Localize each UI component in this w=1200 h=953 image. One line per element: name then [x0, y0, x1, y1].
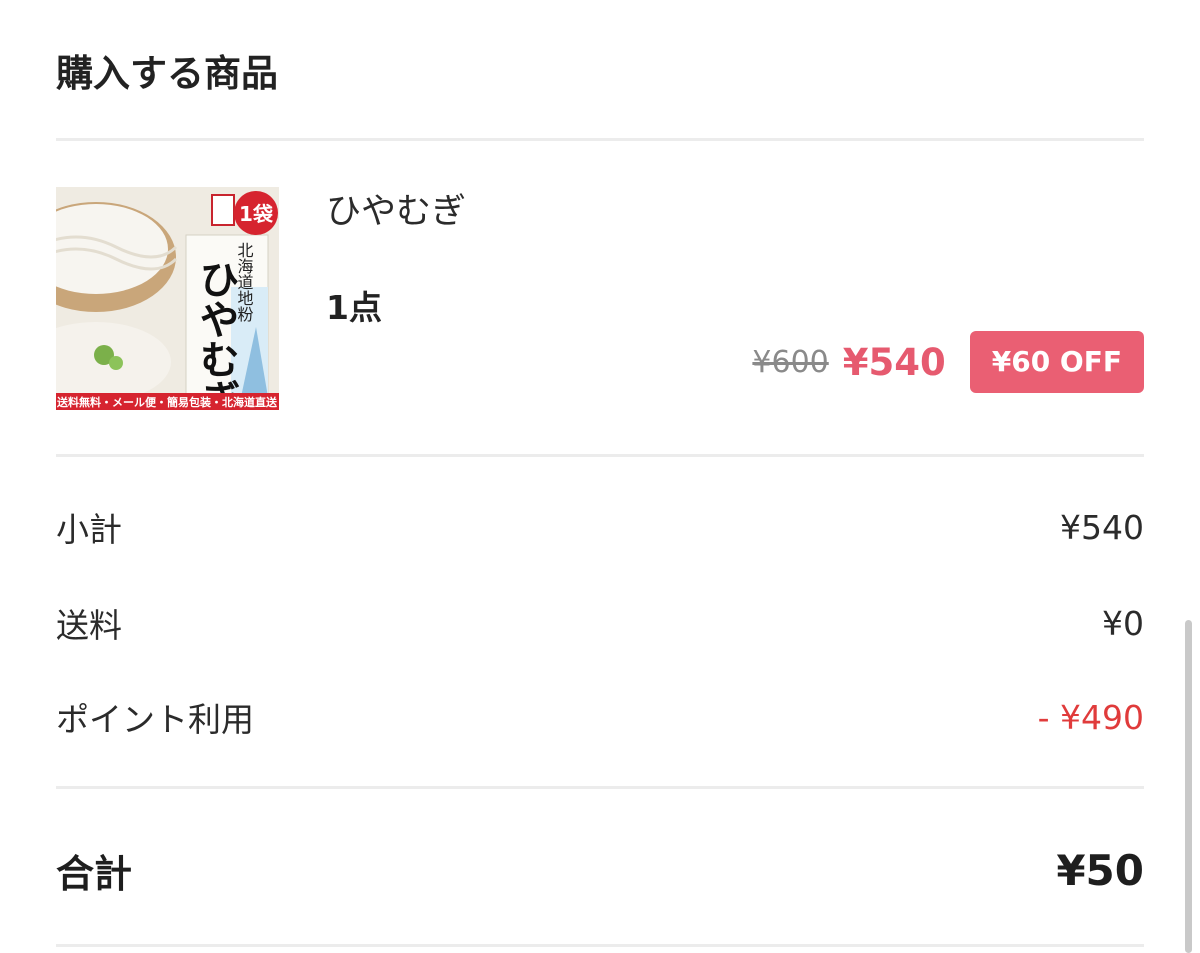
- checkout-page: 購入する商品 1袋 北海道地粉 ひやむぎ 送料無料・メール便・簡易包装・北海道直…: [0, 0, 1200, 953]
- points-row: ポイント利用 - ¥490: [56, 693, 1144, 741]
- bag-badge: 1袋: [239, 202, 274, 226]
- package-title: ひやむぎ: [193, 259, 240, 410]
- original-price: ¥600: [752, 344, 829, 380]
- subtotal-value: ¥540: [1060, 507, 1144, 547]
- points-label: ポイント利用: [56, 700, 254, 739]
- product-quantity: 1点: [326, 288, 382, 327]
- total-label: 合計: [56, 851, 133, 896]
- package-footer: 送料無料・メール便・簡易包装・北海道直送: [56, 395, 278, 409]
- subtotal-row: 小計 ¥540: [56, 503, 1144, 551]
- scrollbar[interactable]: [1185, 620, 1192, 953]
- subtotal-label: 小計: [56, 510, 122, 549]
- discount-badge: ¥60 OFF: [969, 331, 1144, 393]
- points-value: - ¥490: [1037, 697, 1144, 737]
- shipping-value: ¥0: [1102, 603, 1144, 643]
- shipping-row: 送料 ¥0: [56, 599, 1144, 647]
- total-row: 合計 ¥50: [56, 842, 1144, 898]
- shipping-label: 送料: [56, 606, 122, 645]
- section-title: 購入する商品: [56, 52, 278, 95]
- divider: [56, 138, 1144, 141]
- divider: [56, 454, 1144, 457]
- divider: [56, 944, 1144, 947]
- product-image[interactable]: 1袋 北海道地粉 ひやむぎ 送料無料・メール便・簡易包装・北海道直送: [56, 187, 279, 410]
- product-image-art: 1袋 北海道地粉 ひやむぎ 送料無料・メール便・簡易包装・北海道直送: [56, 187, 279, 410]
- divider: [56, 786, 1144, 789]
- total-value: ¥50: [1056, 845, 1144, 895]
- sale-price: ¥540: [842, 340, 946, 384]
- product-name[interactable]: ひやむぎ: [326, 190, 466, 234]
- price-group: ¥600 ¥540 ¥60 OFF: [752, 331, 1144, 393]
